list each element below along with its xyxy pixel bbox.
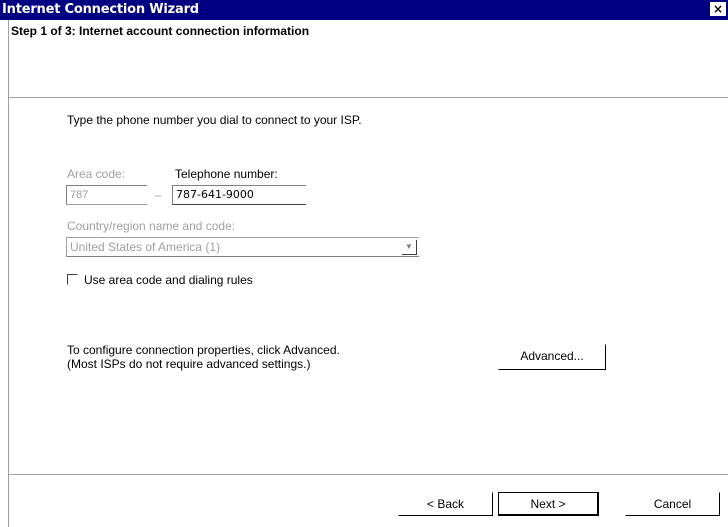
area-code-label: Area code: (67, 167, 126, 181)
telephone-label: Telephone number: (175, 167, 278, 181)
window-left-border (0, 20, 9, 527)
advanced-hint-line1: To configure connection properties, clic… (67, 343, 340, 357)
dialing-rules-label[interactable]: Use area code and dialing rules (84, 273, 253, 287)
wizard-footer (9, 475, 728, 527)
dialing-rules-checkbox[interactable] (67, 274, 78, 285)
chevron-down-icon: ▼ (402, 240, 417, 255)
advanced-button[interactable]: Advanced... (498, 344, 606, 370)
telephone-field[interactable]: 787-641-9000 (172, 185, 306, 205)
step-title: Step 1 of 3: Internet account connection… (11, 24, 310, 38)
title-bar[interactable]: Internet Connection Wizard × (0, 0, 728, 20)
next-button[interactable]: Next > (498, 492, 599, 516)
country-select-value: United States of America (1) (70, 240, 221, 254)
area-code-field: 787 (66, 185, 147, 205)
country-select: United States of America (1) ▼ (66, 237, 419, 257)
instruction-text: Type the phone number you dial to connec… (67, 113, 362, 127)
cancel-button[interactable]: Cancel (625, 492, 720, 516)
area-code-dash: – (155, 188, 162, 202)
advanced-hint-line2: (Most ISPs do not require advanced setti… (67, 357, 311, 371)
close-button[interactable]: × (710, 2, 726, 16)
window-title: Internet Connection Wizard (2, 2, 199, 17)
back-button[interactable]: < Back (398, 492, 493, 516)
country-label: Country/region name and code: (67, 219, 236, 233)
